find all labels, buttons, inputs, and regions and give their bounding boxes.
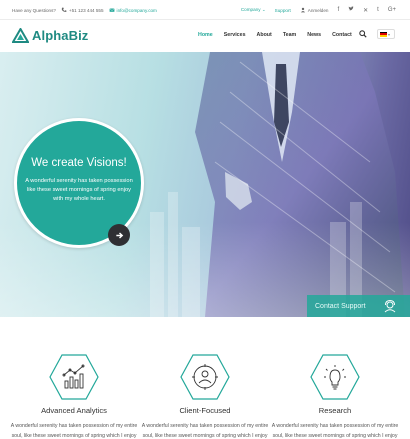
top-bar: Have any Questions? +51 123 444 555 info… (0, 0, 410, 20)
google-plus-icon[interactable]: G+ (388, 7, 396, 13)
login-label: Anmelden (307, 7, 329, 13)
user-icon (300, 7, 305, 13)
search-icon[interactable] (359, 30, 367, 38)
feature-title: Client-Focused (179, 406, 231, 415)
envelope-icon (109, 8, 115, 12)
company-label: Company (240, 7, 261, 12)
arrow-right-icon (115, 231, 123, 239)
contact-support-button[interactable]: Contact Support (307, 295, 410, 317)
nav-item-home[interactable]: Home (198, 32, 213, 38)
phone-icon (61, 7, 67, 12)
tumblr-icon[interactable]: t (377, 7, 379, 13)
support-agent-icon (384, 299, 396, 313)
support-link[interactable]: Support (275, 8, 291, 13)
company-menu[interactable]: Company ⌄ (241, 7, 266, 13)
nav-item-about[interactable]: About (257, 32, 272, 38)
phone-number[interactable]: +51 123 444 555 (69, 8, 104, 13)
twitter-icon[interactable] (348, 6, 354, 14)
features-section: Advanced Analytics A wonderful serenity … (0, 317, 410, 439)
login-link[interactable]: Anmelden (300, 7, 329, 13)
brand-name: AlphaBiz (32, 28, 89, 43)
xing-icon[interactable]: ✕ (363, 7, 368, 14)
main-nav: Home Services About Team News Contact (198, 32, 363, 38)
chevron-down-icon: ⌄ (261, 7, 266, 12)
hero-text: A wonderful serenity has taken possessio… (25, 178, 133, 202)
hero-next-button[interactable] (108, 224, 130, 246)
feature-title: Advanced Analytics (41, 406, 107, 415)
email-link[interactable]: info@company.com (117, 8, 157, 13)
feature-text: A wonderful serenity has taken possessio… (10, 423, 138, 439)
language-selector[interactable]: ▾ (377, 29, 395, 39)
feature-text: A wonderful serenity has taken possessio… (141, 423, 269, 439)
feature-text: A wonderful serenity has taken possessio… (271, 423, 399, 439)
nav-item-contact[interactable]: Contact (332, 32, 352, 38)
hero-headline: We create Visions! (31, 157, 127, 169)
facebook-icon[interactable]: f (337, 7, 339, 13)
hero-banner: We create Visions! A wonderful serenity … (0, 52, 410, 317)
contact-support-label: Contact Support (315, 302, 366, 310)
chevron-down-icon: ▾ (388, 31, 391, 37)
german-flag-icon (380, 31, 387, 37)
nav-item-news[interactable]: News (307, 32, 321, 38)
nav-item-team[interactable]: Team (283, 32, 296, 38)
logo-triangle-icon (12, 28, 29, 43)
nav-item-services[interactable]: Services (224, 32, 246, 38)
analytics-chart-icon (49, 354, 99, 400)
feature-title: Research (318, 406, 352, 415)
lightbulb-icon (310, 354, 360, 400)
main-header: AlphaBiz Home Services About Team News C… (0, 20, 410, 52)
questions-text: Have any Questions? (12, 7, 56, 13)
client-focus-icon (180, 354, 230, 400)
brand-logo[interactable]: AlphaBiz (12, 28, 88, 43)
